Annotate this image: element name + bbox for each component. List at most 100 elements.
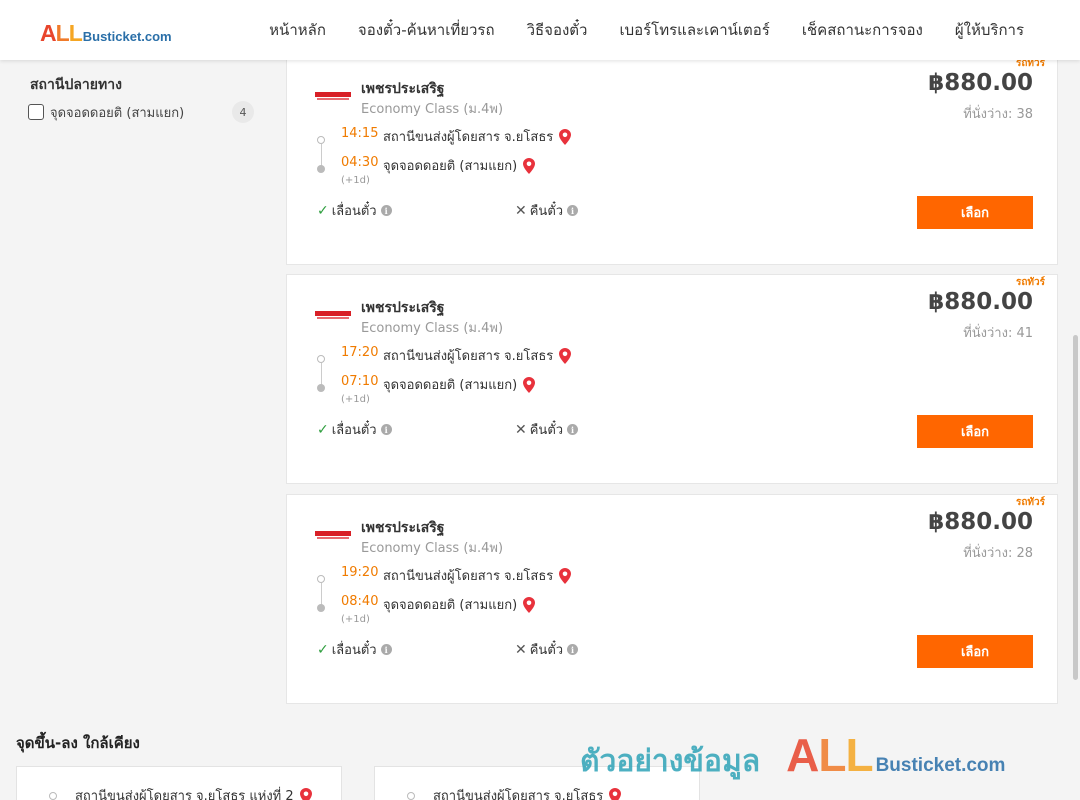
- nearby-stop-card[interactable]: สถานีขนส่งผู้โดยสาร จ.ยโสธร: [374, 766, 700, 800]
- logo-letter-l2: L: [68, 20, 83, 46]
- timeline-destination-dot: [317, 604, 325, 612]
- timeline-destination-dot: [317, 165, 325, 173]
- logo-letter-l1: L: [55, 20, 70, 46]
- site-header: ALL Busticket.com หน้าหลัก จองตั๋ว-ค้นหาเ…: [0, 0, 1080, 60]
- watermark-letter-l1: L: [818, 729, 846, 781]
- route-timeline: [317, 136, 325, 173]
- timeline-line: [320, 144, 322, 166]
- nav-home[interactable]: หน้าหลัก: [253, 18, 342, 42]
- arrival-place[interactable]: จุดจอดดอยติ (สามแยก): [383, 594, 536, 615]
- change-ticket-policy: ✓ เลื่อนตั๋ว i: [317, 419, 392, 440]
- info-icon[interactable]: i: [380, 644, 392, 655]
- arrival-place-label: จุดจอดดอยติ (สามแยก): [383, 378, 518, 393]
- next-day-indicator: (+1d): [341, 394, 370, 405]
- change-ticket-label: เลื่อนตั๋ว: [331, 204, 377, 219]
- timeline-destination-dot: [317, 384, 325, 392]
- operator-logo-icon: [315, 92, 351, 100]
- nav-operators[interactable]: ผู้ให้บริการ: [939, 18, 1040, 42]
- logo-text: Busticket.com: [82, 29, 172, 44]
- departure-place-label: สถานีขนส่งผู้โดยสาร จ.ยโสธร: [383, 349, 554, 364]
- refund-ticket-policy: ✕ คืนตั๋ว i: [515, 639, 579, 660]
- operator-name: เพชรประเสริฐ: [361, 81, 445, 97]
- operator-name: เพชรประเสริฐ: [361, 300, 445, 316]
- arrival-place[interactable]: จุดจอดดอยติ (สามแยก): [383, 374, 536, 395]
- departure-time: 14:15: [341, 126, 379, 141]
- trip-price: ฿880.00: [928, 70, 1033, 96]
- change-ticket-policy: ✓ เลื่อนตั๋ว i: [317, 200, 392, 221]
- arrival-place-label: จุดจอดดอยติ (สามแยก): [383, 598, 518, 613]
- filter-option-label: จุดจอดดอยติ (สามแยก): [50, 105, 185, 121]
- arrival-place[interactable]: จุดจอดดอยติ (สามแยก): [383, 155, 536, 176]
- map-pin-icon[interactable]: [559, 347, 572, 364]
- departure-time: 17:20: [341, 345, 379, 360]
- map-pin-icon[interactable]: [559, 128, 572, 145]
- info-icon[interactable]: i: [380, 205, 392, 216]
- bus-type-badge: รถทัวร์: [1015, 277, 1045, 288]
- nav-booking-status[interactable]: เช็คสถานะการจอง: [786, 18, 939, 42]
- change-ticket-label: เลื่อนตั๋ว: [331, 643, 377, 658]
- map-pin-icon[interactable]: [523, 596, 536, 613]
- departure-place[interactable]: สถานีขนส่งผู้โดยสาร จ.ยโสธร: [383, 565, 572, 586]
- select-trip-button[interactable]: เลือก: [917, 635, 1033, 668]
- check-icon: ✓: [317, 202, 329, 219]
- check-icon: ✓: [317, 421, 329, 438]
- map-pin-icon[interactable]: [523, 376, 536, 393]
- trip-price: ฿880.00: [928, 509, 1033, 535]
- map-pin-icon[interactable]: [559, 567, 572, 584]
- filter-option-count: 4: [232, 101, 254, 123]
- timeline-line: [320, 363, 322, 385]
- filter-checkbox[interactable]: [28, 104, 44, 120]
- nearby-stop-label: สถานีขนส่งผู้โดยสาร จ.ยโสธร แห่งที่ 2: [75, 785, 312, 800]
- refund-ticket-label: คืนตั๋ว: [529, 204, 564, 219]
- refund-ticket-label: คืนตั๋ว: [529, 423, 564, 438]
- info-icon[interactable]: i: [380, 424, 392, 435]
- refund-ticket-label: คืนตั๋ว: [529, 643, 564, 658]
- map-pin-icon[interactable]: [523, 157, 536, 174]
- cross-icon: ✕: [515, 641, 527, 658]
- departure-place-label: สถานีขนส่งผู้โดยสาร จ.ยโสธร: [383, 569, 554, 584]
- nav-how-to-book[interactable]: วิธีจองตั๋ว: [511, 18, 604, 42]
- map-pin-icon[interactable]: [609, 787, 622, 800]
- select-trip-button[interactable]: เลือก: [917, 196, 1033, 229]
- info-icon[interactable]: i: [567, 424, 579, 435]
- next-day-indicator: (+1d): [341, 175, 370, 186]
- logo-all: ALL: [40, 20, 83, 47]
- watermark-letter-a: A: [786, 729, 819, 781]
- trip-card: รถทัวร์ เพชรประเสริฐ Economy Class (ม.4พ…: [286, 274, 1058, 484]
- refund-ticket-policy: ✕ คืนตั๋ว i: [515, 419, 579, 440]
- filter-title: สถานีปลายทาง: [30, 77, 122, 93]
- departure-place-label: สถานีขนส่งผู้โดยสาร จ.ยโสธร: [383, 130, 554, 145]
- trip-card: รถทัวร์ เพชรประเสริฐ Economy Class (ม.4พ…: [286, 494, 1058, 704]
- cross-icon: ✕: [515, 202, 527, 219]
- nearby-stop-name: สถานีขนส่งผู้โดยสาร จ.ยโสธร: [433, 789, 604, 800]
- seats-available: ที่นั่งว่าง: 28: [963, 546, 1033, 561]
- nav-book-search[interactable]: จองตั๋ว-ค้นหาเที่ยวรถ: [342, 18, 511, 42]
- route-timeline: [317, 355, 325, 392]
- watermark-logo-all: ALL: [786, 728, 873, 782]
- seats-available: ที่นั่งว่าง: 41: [963, 326, 1033, 341]
- operator-name: เพชรประเสริฐ: [361, 520, 445, 536]
- site-logo[interactable]: ALL Busticket.com: [40, 20, 172, 47]
- nav-contacts-counters[interactable]: เบอร์โทรและเคาน์เตอร์: [603, 18, 785, 42]
- bus-class: Economy Class (ม.4พ): [361, 102, 504, 117]
- map-pin-icon[interactable]: [299, 787, 312, 800]
- page-scrollbar[interactable]: [1073, 335, 1078, 680]
- arrival-time: 07:10: [341, 374, 379, 389]
- info-icon[interactable]: i: [567, 205, 579, 216]
- timeline-origin-dot: [317, 355, 325, 363]
- seats-available: ที่นั่งว่าง: 38: [963, 107, 1033, 122]
- filter-option-destination[interactable]: จุดจอดดอยติ (สามแยก) 4: [28, 101, 254, 123]
- nearby-stop-name: สถานีขนส่งผู้โดยสาร จ.ยโสธร แห่งที่ 2: [75, 789, 294, 800]
- logo-letter-a: A: [40, 20, 57, 46]
- departure-time: 19:20: [341, 565, 379, 580]
- bus-class: Economy Class (ม.4พ): [361, 321, 504, 336]
- stop-dot: [49, 792, 57, 800]
- operator-logo-icon: [315, 531, 351, 539]
- nearby-stop-card[interactable]: สถานีขนส่งผู้โดยสาร จ.ยโสธร แห่งที่ 2: [16, 766, 342, 800]
- departure-place[interactable]: สถานีขนส่งผู้โดยสาร จ.ยโสธร: [383, 126, 572, 147]
- info-icon[interactable]: i: [567, 644, 579, 655]
- refund-ticket-policy: ✕ คืนตั๋ว i: [515, 200, 579, 221]
- nearby-stop-label: สถานีขนส่งผู้โดยสาร จ.ยโสธร: [433, 785, 622, 800]
- select-trip-button[interactable]: เลือก: [917, 415, 1033, 448]
- departure-place[interactable]: สถานีขนส่งผู้โดยสาร จ.ยโสธร: [383, 345, 572, 366]
